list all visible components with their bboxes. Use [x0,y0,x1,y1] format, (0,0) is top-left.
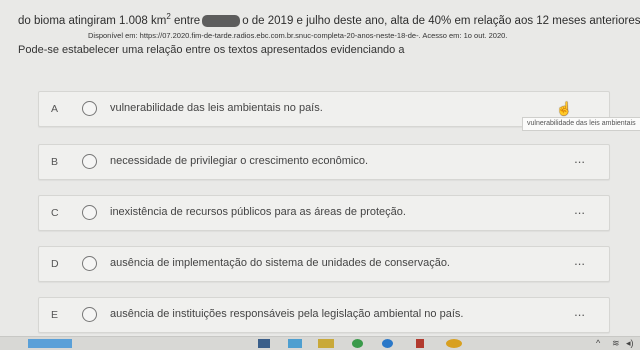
option-d[interactable]: D ausência de implementação do sistema d… [38,246,610,282]
edge-icon[interactable] [382,339,393,348]
windows-start-icon[interactable] [28,339,72,348]
paint-icon[interactable] [446,339,462,348]
option-b[interactable]: B necessidade de privilegiar o crescimen… [38,144,610,180]
radio-button[interactable] [82,256,97,271]
radio-button[interactable] [82,154,97,169]
option-letter: B [51,156,59,168]
header-line-start: do bioma atingiram 1.008 km [18,14,167,27]
tooltip: vulnerabilidade das leis ambientais [522,117,640,131]
option-text: ausência de instituições responsáveis pe… [110,308,464,320]
header-line-mid: entre [170,14,201,27]
option-c[interactable]: C inexistência de recursos públicos para… [38,195,610,231]
option-text: vulnerabilidade das leis ambientais no p… [110,102,323,114]
option-letter: C [51,207,59,219]
chrome-icon[interactable] [352,339,363,348]
more-options-icon[interactable]: ... [574,304,585,319]
option-text: inexistência de recursos públicos para a… [110,206,406,218]
notes-icon[interactable] [416,339,424,348]
more-options-icon[interactable]: ... [574,253,585,268]
redaction-blot [202,14,241,27]
radio-button[interactable] [82,205,97,220]
more-options-icon[interactable]: ... [574,151,585,166]
app-icon[interactable] [318,339,334,348]
hand-cursor-icon: ☝ [556,101,573,116]
question-text: Pode-se estabelecer uma relação entre os… [18,44,405,56]
wifi-icon[interactable]: ≋ [612,338,620,349]
more-options-icon[interactable]: ... [574,202,585,217]
taskbar: ^ ≋ ◂) [0,336,640,350]
store-icon[interactable] [288,339,302,348]
option-e[interactable]: E ausência de instituições responsáveis … [38,297,610,333]
header-text: do bioma atingiram 1.008 km2 entre o de 2… [18,12,640,27]
option-text: necessidade de privilegiar o crescimento… [110,155,369,167]
radio-button[interactable] [82,307,97,322]
option-text: ausência de implementação do sistema de … [110,257,450,269]
file-explorer-icon[interactable] [258,339,270,348]
source-citation: Disponível em: https://07.2020.fim-de-ta… [88,31,508,40]
chevron-up-icon[interactable]: ^ [596,338,600,348]
header-line-end: o de 2019 e julho deste ano, alta de 40%… [242,14,640,27]
option-letter: D [51,258,59,270]
option-letter: E [51,309,59,321]
radio-button[interactable] [82,101,97,116]
volume-icon[interactable]: ◂) [626,338,634,349]
option-letter: A [51,103,59,115]
